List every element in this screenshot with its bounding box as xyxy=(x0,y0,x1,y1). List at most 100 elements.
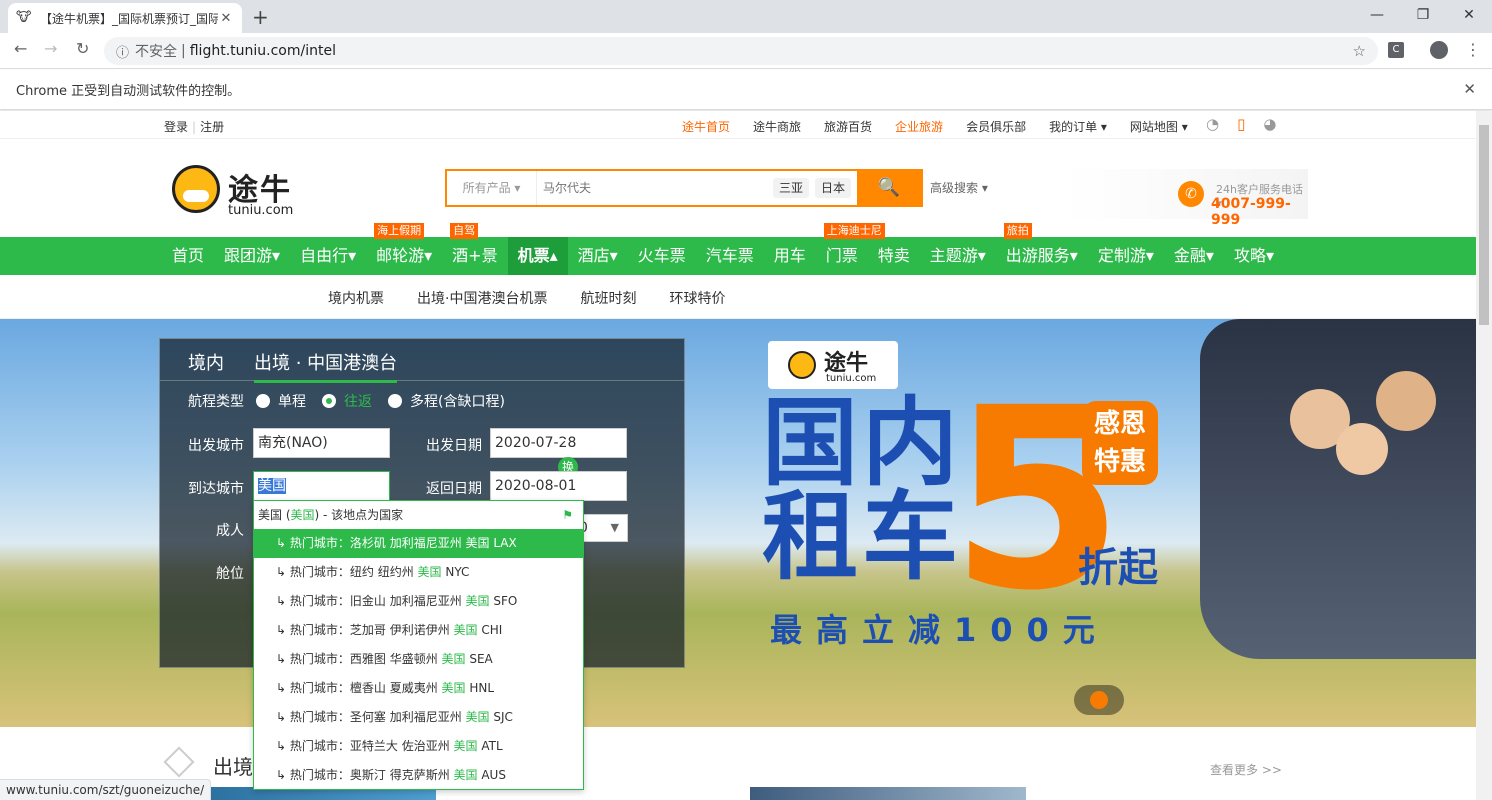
tab-title: 【途牛机票】_国际机票预订_国际 xyxy=(40,11,218,26)
nav-item[interactable]: 用车 xyxy=(764,237,816,275)
promo-subline: 最高立减100元 xyxy=(770,611,1109,649)
view-more-link[interactable]: 查看更多 >> xyxy=(1210,761,1282,778)
back-arrow-icon[interactable]: ← xyxy=(14,39,27,58)
nav-item[interactable]: 汽车票 xyxy=(696,237,764,275)
site-search-input[interactable] xyxy=(537,171,773,205)
main-nav-items: 首页 跟团游▾ 自由行▾ 邮轮游▾ 海上假期 酒+景 自驾 机票▴ 酒店▾ 火车票 汽车票 用车 门票上… xyxy=(162,223,1284,275)
autocomplete-item-country: 美国 xyxy=(453,768,478,782)
nav-item[interactable]: 自由行▾ xyxy=(290,237,366,275)
nav-item[interactable]: 攻略▾ xyxy=(1224,237,1284,275)
new-tab-icon[interactable]: + xyxy=(252,5,269,29)
autocomplete-item[interactable]: ↳ 热门城市：芝加哥 伊利诺伊州 美国 CHI xyxy=(254,616,583,645)
top-link[interactable]: 企业旅游 xyxy=(895,118,943,135)
return-date-input[interactable]: 2020-08-01 xyxy=(490,471,627,501)
weibo-icon[interactable]: ◔ xyxy=(1206,115,1219,133)
top-link[interactable]: 网站地图 ▾ xyxy=(1130,118,1188,135)
nav-item[interactable]: 门票 上海迪士尼 xyxy=(816,223,885,275)
slider-dot-active[interactable] xyxy=(1090,691,1108,709)
register-link[interactable]: 注册 xyxy=(200,120,224,134)
login-link[interactable]: 登录 xyxy=(164,120,188,134)
restore-icon[interactable]: ❐ xyxy=(1400,0,1446,30)
autocomplete-item[interactable]: ↳ 热门城市：西雅图 华盛顿州 美国 SEA xyxy=(254,645,583,674)
top-link[interactable]: 途牛商旅 xyxy=(753,118,801,135)
autocomplete-item[interactable]: ↳ 热门城市：檀香山 夏威夷州 美国 HNL xyxy=(254,674,583,703)
forward-arrow-icon[interactable]: → xyxy=(44,39,57,58)
autocomplete-item-city: 檀香山 夏威夷州 xyxy=(349,681,442,695)
sub-nav-items: 境内机票 出境·中国港澳台机票 航班时刻 环球特价 xyxy=(328,288,725,308)
autocomplete-item[interactable]: ↳ 热门城市：亚特兰大 佐治亚州 美国 ATL xyxy=(254,732,583,761)
radio-roundtrip[interactable] xyxy=(322,394,336,408)
subnav-item[interactable]: 环球特价 xyxy=(669,288,725,308)
subnav-item[interactable]: 出境·中国港澳台机票 xyxy=(417,288,547,308)
radio-label: 单程 xyxy=(278,394,306,410)
tuniu-logo[interactable]: 途牛 tuniu.com xyxy=(172,163,302,219)
extension-icon[interactable]: C xyxy=(1388,42,1404,58)
autocomplete-item-city: 洛杉矶 加利福尼亚州 xyxy=(349,536,466,550)
kebab-menu-icon[interactable]: ⋮ xyxy=(1465,40,1481,59)
reload-icon[interactable]: ↻ xyxy=(76,39,89,58)
bookmark-star-icon[interactable]: ☆ xyxy=(1353,42,1366,60)
search-button[interactable]: 🔍 xyxy=(857,171,921,205)
top-link[interactable]: 途牛首页 xyxy=(682,118,730,135)
depart-city-input[interactable]: 南充(NAO) xyxy=(253,428,390,458)
autocomplete-item[interactable]: ↳ 热门城市：纽约 纽约州 美国 NYC xyxy=(254,558,583,587)
trip-type-oneway[interactable]: 单程 xyxy=(256,391,306,411)
search-category-select[interactable]: 所有产品 ▾ xyxy=(447,171,537,205)
arrive-city-selected-text: 美国 xyxy=(258,478,286,494)
page-scrollbar[interactable] xyxy=(1476,111,1492,800)
tab-international[interactable]: 出境 · 中国港澳台 xyxy=(254,349,398,383)
mobile-app-icon[interactable]: ▯ xyxy=(1237,115,1245,133)
nav-item[interactable]: 火车票 xyxy=(628,237,696,275)
nav-item[interactable]: 主题游▾ xyxy=(920,237,996,275)
search-hot-tag[interactable]: 日本 xyxy=(814,178,851,198)
close-tab-icon[interactable]: ✕ xyxy=(218,11,234,26)
top-link[interactable]: 会员俱乐部 xyxy=(966,118,1026,135)
autocomplete-item[interactable]: ↳ 热门城市：圣何塞 加利福尼亚州 美国 SJC xyxy=(254,703,583,732)
nav-item[interactable]: 酒店▾ xyxy=(568,237,628,275)
nav-item[interactable]: 金融▾ xyxy=(1164,237,1224,275)
profile-avatar-icon[interactable] xyxy=(1430,41,1448,59)
minimize-icon[interactable]: — xyxy=(1354,0,1400,30)
browser-tab[interactable]: 🐮 【途牛机票】_国际机票预订_国际 ✕ xyxy=(8,3,242,33)
arrive-city-input[interactable]: 美国 xyxy=(253,471,390,501)
subnav-item[interactable]: 航班时刻 xyxy=(580,288,636,308)
wechat-icon[interactable]: ◕ xyxy=(1263,115,1276,133)
info-icon[interactable]: ⓘ xyxy=(116,42,129,61)
nav-item[interactable]: 酒+景 自驾 xyxy=(442,223,507,275)
nav-item[interactable]: 出游服务▾ 旅拍 xyxy=(996,223,1088,275)
omnibox-url[interactable]: flight.tuniu.com/intel xyxy=(190,43,336,59)
radio-multi[interactable] xyxy=(388,394,402,408)
nav-item[interactable]: 定制游▾ xyxy=(1088,237,1164,275)
nav-item[interactable]: 首页 xyxy=(162,237,214,275)
search-icon: 🔍 xyxy=(877,177,901,198)
nav-badge: 自驾 xyxy=(450,223,479,239)
radio-oneway[interactable] xyxy=(256,394,270,408)
deal-thumbnail[interactable] xyxy=(750,787,1026,800)
nav-item-label: 出游服务▾ xyxy=(1005,246,1078,265)
advanced-search-link[interactable]: 高级搜索 ▾ xyxy=(930,179,988,196)
subnav-item[interactable]: 境内机票 xyxy=(328,288,384,308)
search-hot-tag[interactable]: 三亚 xyxy=(772,178,809,198)
trip-type-roundtrip[interactable]: 往返 xyxy=(322,391,372,411)
scrollbar-thumb[interactable] xyxy=(1479,125,1489,325)
infobar-close-icon[interactable]: ✕ xyxy=(1463,80,1476,98)
autocomplete-item[interactable]: ↳ 热门城市：旧金山 加利福尼亚州 美国 SFO xyxy=(254,587,583,616)
top-link[interactable]: 旅游百货 xyxy=(824,118,872,135)
banner-car-image xyxy=(1200,319,1476,659)
tab-domestic[interactable]: 境内 xyxy=(188,349,224,375)
trip-type-multi[interactable]: 多程(含缺口程) xyxy=(388,391,505,411)
nav-item[interactable]: 特卖 xyxy=(868,237,920,275)
nav-item[interactable]: 跟团游▾ xyxy=(214,237,290,275)
nav-item[interactable]: 邮轮游▾ 海上假期 xyxy=(366,223,442,275)
cow-logo-icon xyxy=(172,165,220,213)
omnibox[interactable]: ⓘ 不安全 | flight.tuniu.com/intel ☆ xyxy=(104,37,1378,65)
autocomplete-item-prefix: ↳ 热门城市： xyxy=(276,768,350,782)
nav-item-label: 汽车票 xyxy=(705,246,754,265)
autocomplete-header[interactable]: 美国 (美国) - 该地点为国家 ⚑ xyxy=(254,501,583,529)
nav-item[interactable]: 机票▴ xyxy=(507,237,568,275)
top-link[interactable]: 我的订单 ▾ xyxy=(1049,118,1107,135)
promo-headline-line1: 国内 xyxy=(762,387,962,499)
autocomplete-item[interactable]: ↳ 热门城市：洛杉矶 加利福尼亚州 美国 LAX xyxy=(254,529,583,558)
autocomplete-item[interactable]: ↳ 热门城市：奥斯汀 得克萨斯州 美国 AUS xyxy=(254,761,583,790)
window-close-icon[interactable]: ✕ xyxy=(1446,0,1492,30)
